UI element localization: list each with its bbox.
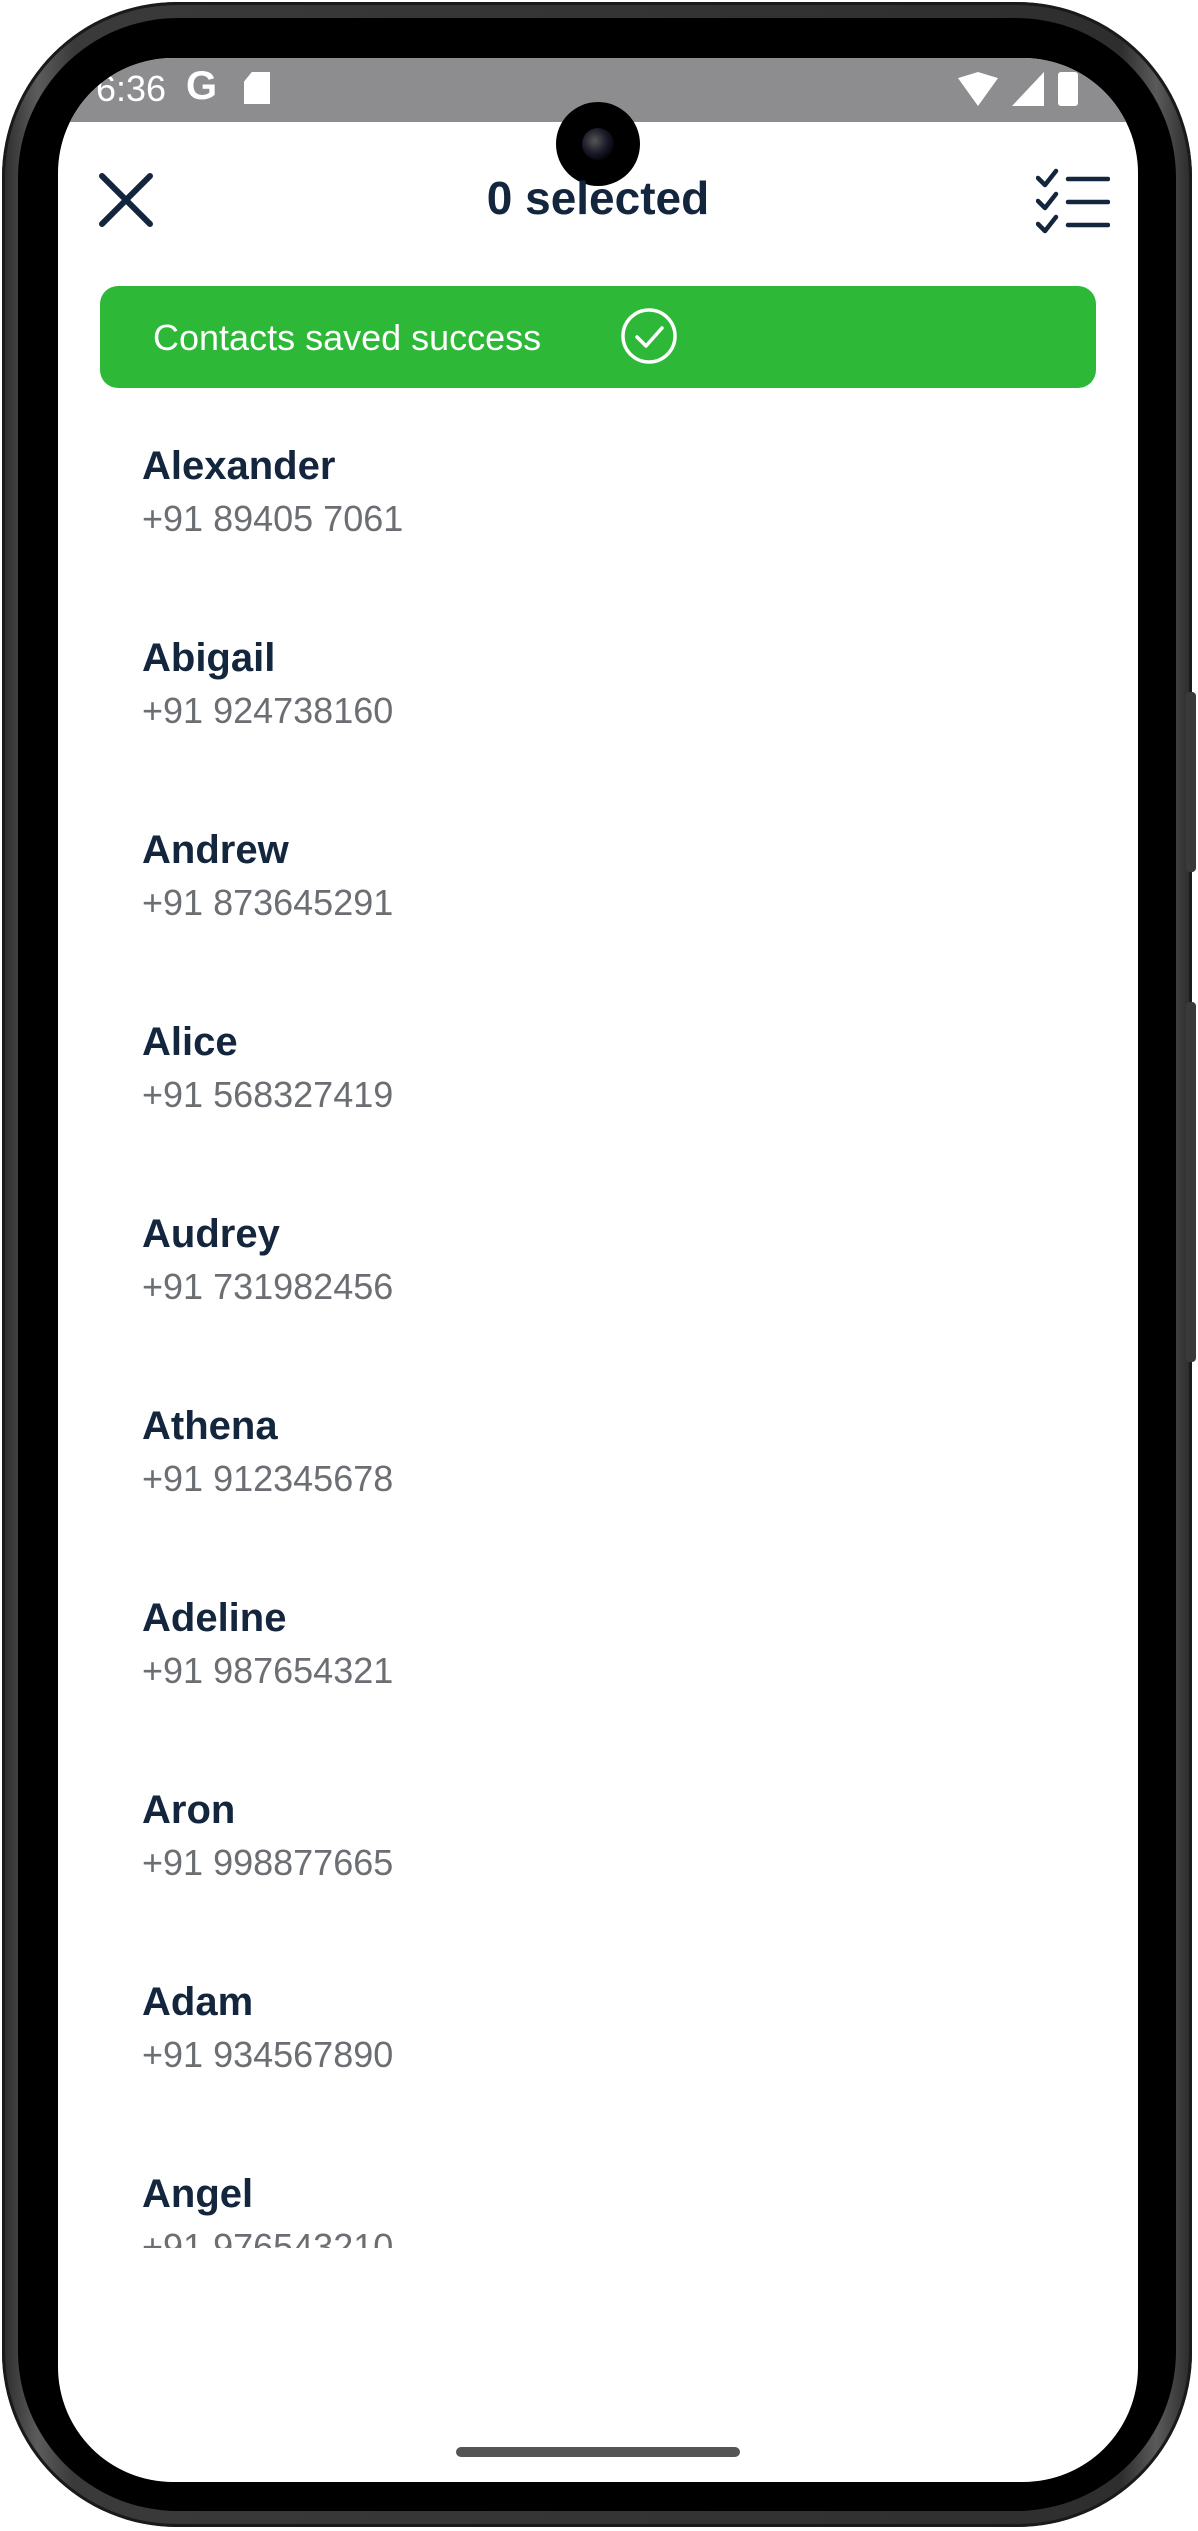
wifi-icon <box>958 72 998 106</box>
google-icon: G <box>186 64 218 108</box>
contact-item[interactable]: Adeline +91 987654321 <box>142 1596 1042 1746</box>
contact-phone: +91 89405 7061 <box>142 498 404 539</box>
contact-name: Angel <box>142 2172 254 2216</box>
home-indicator[interactable] <box>456 2447 740 2457</box>
page-title: 0 selected <box>486 172 710 224</box>
contact-name: Abigail <box>142 636 276 680</box>
contact-item[interactable]: Adam +91 934567890 <box>142 1980 1042 2130</box>
contact-phone: +91 731982456 <box>142 1266 394 1307</box>
contact-name: Adeline <box>142 1596 287 1640</box>
status-time: 6:36 <box>96 68 167 109</box>
cell-signal-icon <box>1012 72 1044 106</box>
contact-phone: +91 568327419 <box>142 1074 394 1115</box>
contact-name: Andrew <box>142 828 289 872</box>
contact-name: Aron <box>142 1788 236 1832</box>
contact-name: Adam <box>142 1980 254 2024</box>
check-circle-icon <box>621 308 677 364</box>
contact-list[interactable]: Alexander +91 89405 7061 Abigail +91 924… <box>58 444 1138 2248</box>
power-button <box>1186 1002 1196 1362</box>
checklist-icon[interactable] <box>1036 168 1110 234</box>
contact-name: Alice <box>142 1020 238 1064</box>
contact-item[interactable]: Andrew +91 873645291 <box>142 828 1042 978</box>
sd-card-icon <box>244 72 270 104</box>
contact-name: Alexander <box>142 444 336 488</box>
status-indicators <box>958 72 1078 106</box>
success-toast: Contacts saved success <box>100 286 1096 388</box>
contact-item[interactable]: Abigail +91 924738160 <box>142 636 1042 786</box>
contact-item[interactable]: Alexander +91 89405 7061 <box>142 444 1042 594</box>
contact-item[interactable]: Audrey +91 731982456 <box>142 1212 1042 1362</box>
toast-message: Contacts saved success <box>153 317 542 358</box>
phone-frame: 6:36 G 0 selected Contacts saved success… <box>2 2 1196 2527</box>
contact-phone: +91 976543210 <box>142 2226 394 2248</box>
contact-phone: +91 934567890 <box>142 2034 394 2075</box>
contact-item[interactable]: Angel +91 976543210 <box>142 2172 1042 2248</box>
contact-phone: +91 873645291 <box>142 882 394 923</box>
contact-item[interactable]: Aron +91 998877665 <box>142 1788 1042 1938</box>
battery-icon <box>1058 72 1078 106</box>
contact-phone: +91 912345678 <box>142 1458 394 1499</box>
device-mockup: 6:36 G 0 selected Contacts saved success… <box>0 0 1198 2531</box>
contact-phone: +91 998877665 <box>142 1842 394 1883</box>
screen: 6:36 G 0 selected Contacts saved success… <box>58 58 1138 2482</box>
volume-button <box>1186 692 1196 872</box>
contact-phone: +91 987654321 <box>142 1650 394 1691</box>
contact-name: Athena <box>142 1404 278 1448</box>
contact-phone: +91 924738160 <box>142 690 394 731</box>
contact-item[interactable]: Alice +91 568327419 <box>142 1020 1042 1170</box>
contact-item[interactable]: Athena +91 912345678 <box>142 1404 1042 1554</box>
contact-name: Audrey <box>142 1212 280 1256</box>
